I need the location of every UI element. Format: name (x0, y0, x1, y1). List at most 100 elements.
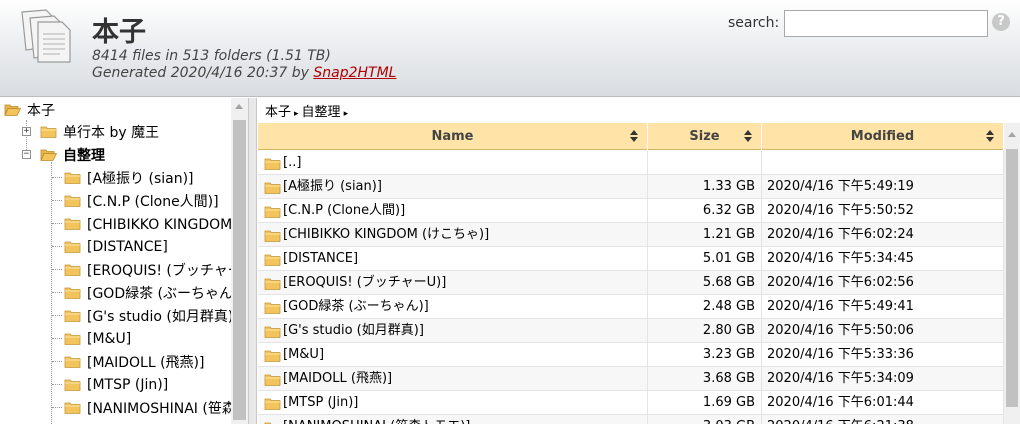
tree-item-label: [GOD緑茶 (ぶーちゃん)] (87, 285, 244, 302)
help-icon[interactable]: ? (992, 13, 1010, 31)
name-cell[interactable]: [A極振り (sian)] (258, 175, 648, 199)
tree-item[interactable]: [NANIMOSHINAI (笹森トモエ)] (64, 396, 248, 419)
name-cell[interactable]: [CHIBIKKO KINGDOM (けこちゃ)] (258, 223, 648, 247)
table-row[interactable]: [MTSP (Jin)] 1.69 GB 2020/4/16 下午6:01:44 (258, 391, 1004, 415)
tree-item[interactable]: − 自整理 (22, 143, 105, 166)
size-cell: 6.32 GB (648, 199, 762, 223)
grid-scrollbar[interactable] (1004, 123, 1020, 424)
folder-icon (64, 171, 81, 185)
tree-item[interactable]: [MTSP (Jin)] (64, 373, 168, 396)
table-row[interactable]: [NANIMOSHINAI (笹森トモエ)] 3.03 GB2020/4/16 下… (258, 415, 1004, 424)
folder-open-icon (4, 103, 22, 117)
file-name: [GOD緑茶 (ぶーちゃん)] (283, 299, 429, 314)
size-cell (648, 151, 762, 175)
tree-item[interactable]: [EROQUIS! (ブッチャーU)] (64, 258, 248, 281)
file-name: [MTSP (Jin)] (283, 395, 359, 410)
tree-item[interactable]: [C.N.P (Clone人間)] (64, 189, 219, 212)
breadcrumb: 本子 ▸ 自整理 ▸ (265, 101, 351, 120)
size-cell: 3.23 GB (648, 343, 762, 367)
name-cell[interactable]: [C.N.P (Clone人間)] (258, 199, 648, 223)
folder-icon (64, 217, 81, 231)
name-cell[interactable]: [M&U] (258, 343, 648, 367)
file-name: [C.N.P (Clone人間)] (283, 203, 406, 218)
folder-open-icon (40, 148, 58, 162)
table-row[interactable]: [DISTANCE] 5.01 GB 2020/4/16 下午5:34:45 (258, 247, 1004, 271)
modified-cell: 2020/4/16 下午6:01:44 (762, 391, 1004, 415)
tree-connector (52, 200, 62, 201)
table-row[interactable]: [A極振り (sian)] 1.33 GB 2020/4/16 下午5:49:19 (258, 175, 1004, 199)
file-name: [NANIMOSHINAI (笹森トモエ)] (283, 415, 470, 424)
tree-item[interactable]: [G's studio (如月群真)] (64, 304, 239, 327)
tree-item[interactable]: [A極振り (sian)] (64, 166, 194, 189)
table-row[interactable]: [GOD緑茶 (ぶーちゃん)] 2.48 GB 2020/4/16 下午5:49:4… (258, 295, 1004, 319)
size-cell: 1.21 GB (648, 223, 762, 247)
scroll-up-arrow-icon[interactable] (235, 104, 243, 109)
name-cell[interactable]: [MAIDOLL (飛燕)] (258, 367, 648, 391)
folder-tree: 本子 + 单行本 by 魔王 − 自整理 [A極振り (sian)] [C.N.P (Clo… (0, 98, 248, 424)
name-cell[interactable]: [NANIMOSHINAI (笹森トモエ)] (258, 415, 648, 424)
folder-icon (64, 332, 81, 346)
folder-icon (264, 252, 281, 266)
expander-icon[interactable]: − (22, 150, 31, 159)
folder-icon (264, 228, 281, 242)
name-cell[interactable]: [EROQUIS! (ブッチャーU)] (258, 271, 648, 295)
documents-stack-icon (21, 9, 71, 63)
table-row[interactable]: [..] (258, 151, 1004, 175)
sort-icon (744, 130, 753, 142)
scroll-up-arrow-icon[interactable] (1008, 132, 1016, 137)
folder-icon (40, 125, 57, 139)
tree-root[interactable]: 本子 (4, 98, 55, 121)
breadcrumb-item[interactable]: 本子 (265, 105, 291, 120)
name-cell[interactable]: [..] (258, 151, 648, 175)
folder-icon (264, 348, 281, 362)
tree-connector (52, 223, 62, 224)
size-cell: 3.68 GB (648, 367, 762, 391)
name-cell[interactable]: [G's studio (如月群真)] (258, 319, 648, 343)
tree-item-label: [M&U] (87, 330, 132, 347)
table-row[interactable]: [C.N.P (Clone人間)] 6.32 GB 2020/4/16 下午5:50… (258, 199, 1004, 223)
expander-icon[interactable]: + (22, 127, 31, 136)
table-row[interactable]: [MAIDOLL (飛燕)] 3.68 GB 2020/4/16 下午5:34:09 (258, 367, 1004, 391)
panel-splitter[interactable] (248, 98, 257, 424)
tree-item-label: [DISTANCE] (87, 238, 168, 255)
tree-item-label: 本子 (27, 102, 55, 119)
column-header-size[interactable]: Size (648, 123, 762, 150)
tree-item[interactable]: [Once Only (桃吹リオ)] (64, 419, 242, 424)
folder-icon (264, 420, 281, 424)
tree-item-label: 自整理 (63, 147, 105, 164)
tree-item-label: [CHIBIKKO KINGDOM (けこちゃ)] (87, 216, 248, 233)
name-cell[interactable]: [GOD緑茶 (ぶーちゃん)] (258, 295, 648, 319)
tree-item[interactable]: [DISTANCE] (64, 235, 168, 258)
file-name: [MAIDOLL (飛燕)] (283, 371, 393, 386)
file-name: [DISTANCE] (283, 251, 359, 266)
tree-item[interactable]: [MAIDOLL (飛燕)] (64, 350, 204, 373)
grid-scrollbar-thumb[interactable] (1006, 149, 1018, 407)
tree-scrollbar-thumb[interactable] (233, 120, 246, 420)
breadcrumb-item[interactable]: 自整理 (302, 105, 341, 120)
tree-item[interactable]: [M&U] (64, 327, 131, 350)
name-cell[interactable]: [DISTANCE] (258, 247, 648, 271)
column-header-modified[interactable]: Modified (762, 123, 1004, 150)
folder-icon (264, 300, 281, 314)
modified-cell: 2020/4/16 下午5:34:09 (762, 367, 1004, 391)
column-header-label: Modified (850, 129, 915, 144)
file-name: [G's studio (如月群真)] (283, 323, 424, 338)
table-row[interactable]: [G's studio (如月群真)] 2.80 GB 2020/4/16 下午5:… (258, 319, 1004, 343)
tree-connector (52, 177, 62, 178)
modified-cell: 2020/4/16 下午6:02:24 (762, 223, 1004, 247)
tree-connector (52, 292, 62, 293)
breadcrumb-separator: ▸ (294, 109, 299, 119)
generator-link[interactable]: Snap2HTML (313, 65, 396, 81)
table-row[interactable]: [CHIBIKKO KINGDOM (けこちゃ)] 1.21 GB 2020/4/1… (258, 223, 1004, 247)
tree-item[interactable]: + 单行本 by 魔王 (22, 120, 159, 143)
tree-item-label: [NANIMOSHINAI (笹森トモエ)] (87, 400, 248, 417)
table-row[interactable]: [EROQUIS! (ブッチャーU)] 5.68 GB 2020/4/16 下午6:… (258, 271, 1004, 295)
table-row[interactable]: [M&U] 3.23 GB 2020/4/16 下午5:33:36 (258, 343, 1004, 367)
name-cell[interactable]: [MTSP (Jin)] (258, 391, 648, 415)
tree-item[interactable]: [CHIBIKKO KINGDOM (けこちゃ)] (64, 212, 248, 235)
tree-scrollbar[interactable] (231, 98, 248, 424)
search-input[interactable] (784, 10, 988, 37)
tree-item-label: [G's studio (如月群真)] (87, 308, 239, 325)
tree-item[interactable]: [GOD緑茶 (ぶーちゃん)] (64, 281, 244, 304)
column-header-name[interactable]: Name (258, 123, 648, 150)
